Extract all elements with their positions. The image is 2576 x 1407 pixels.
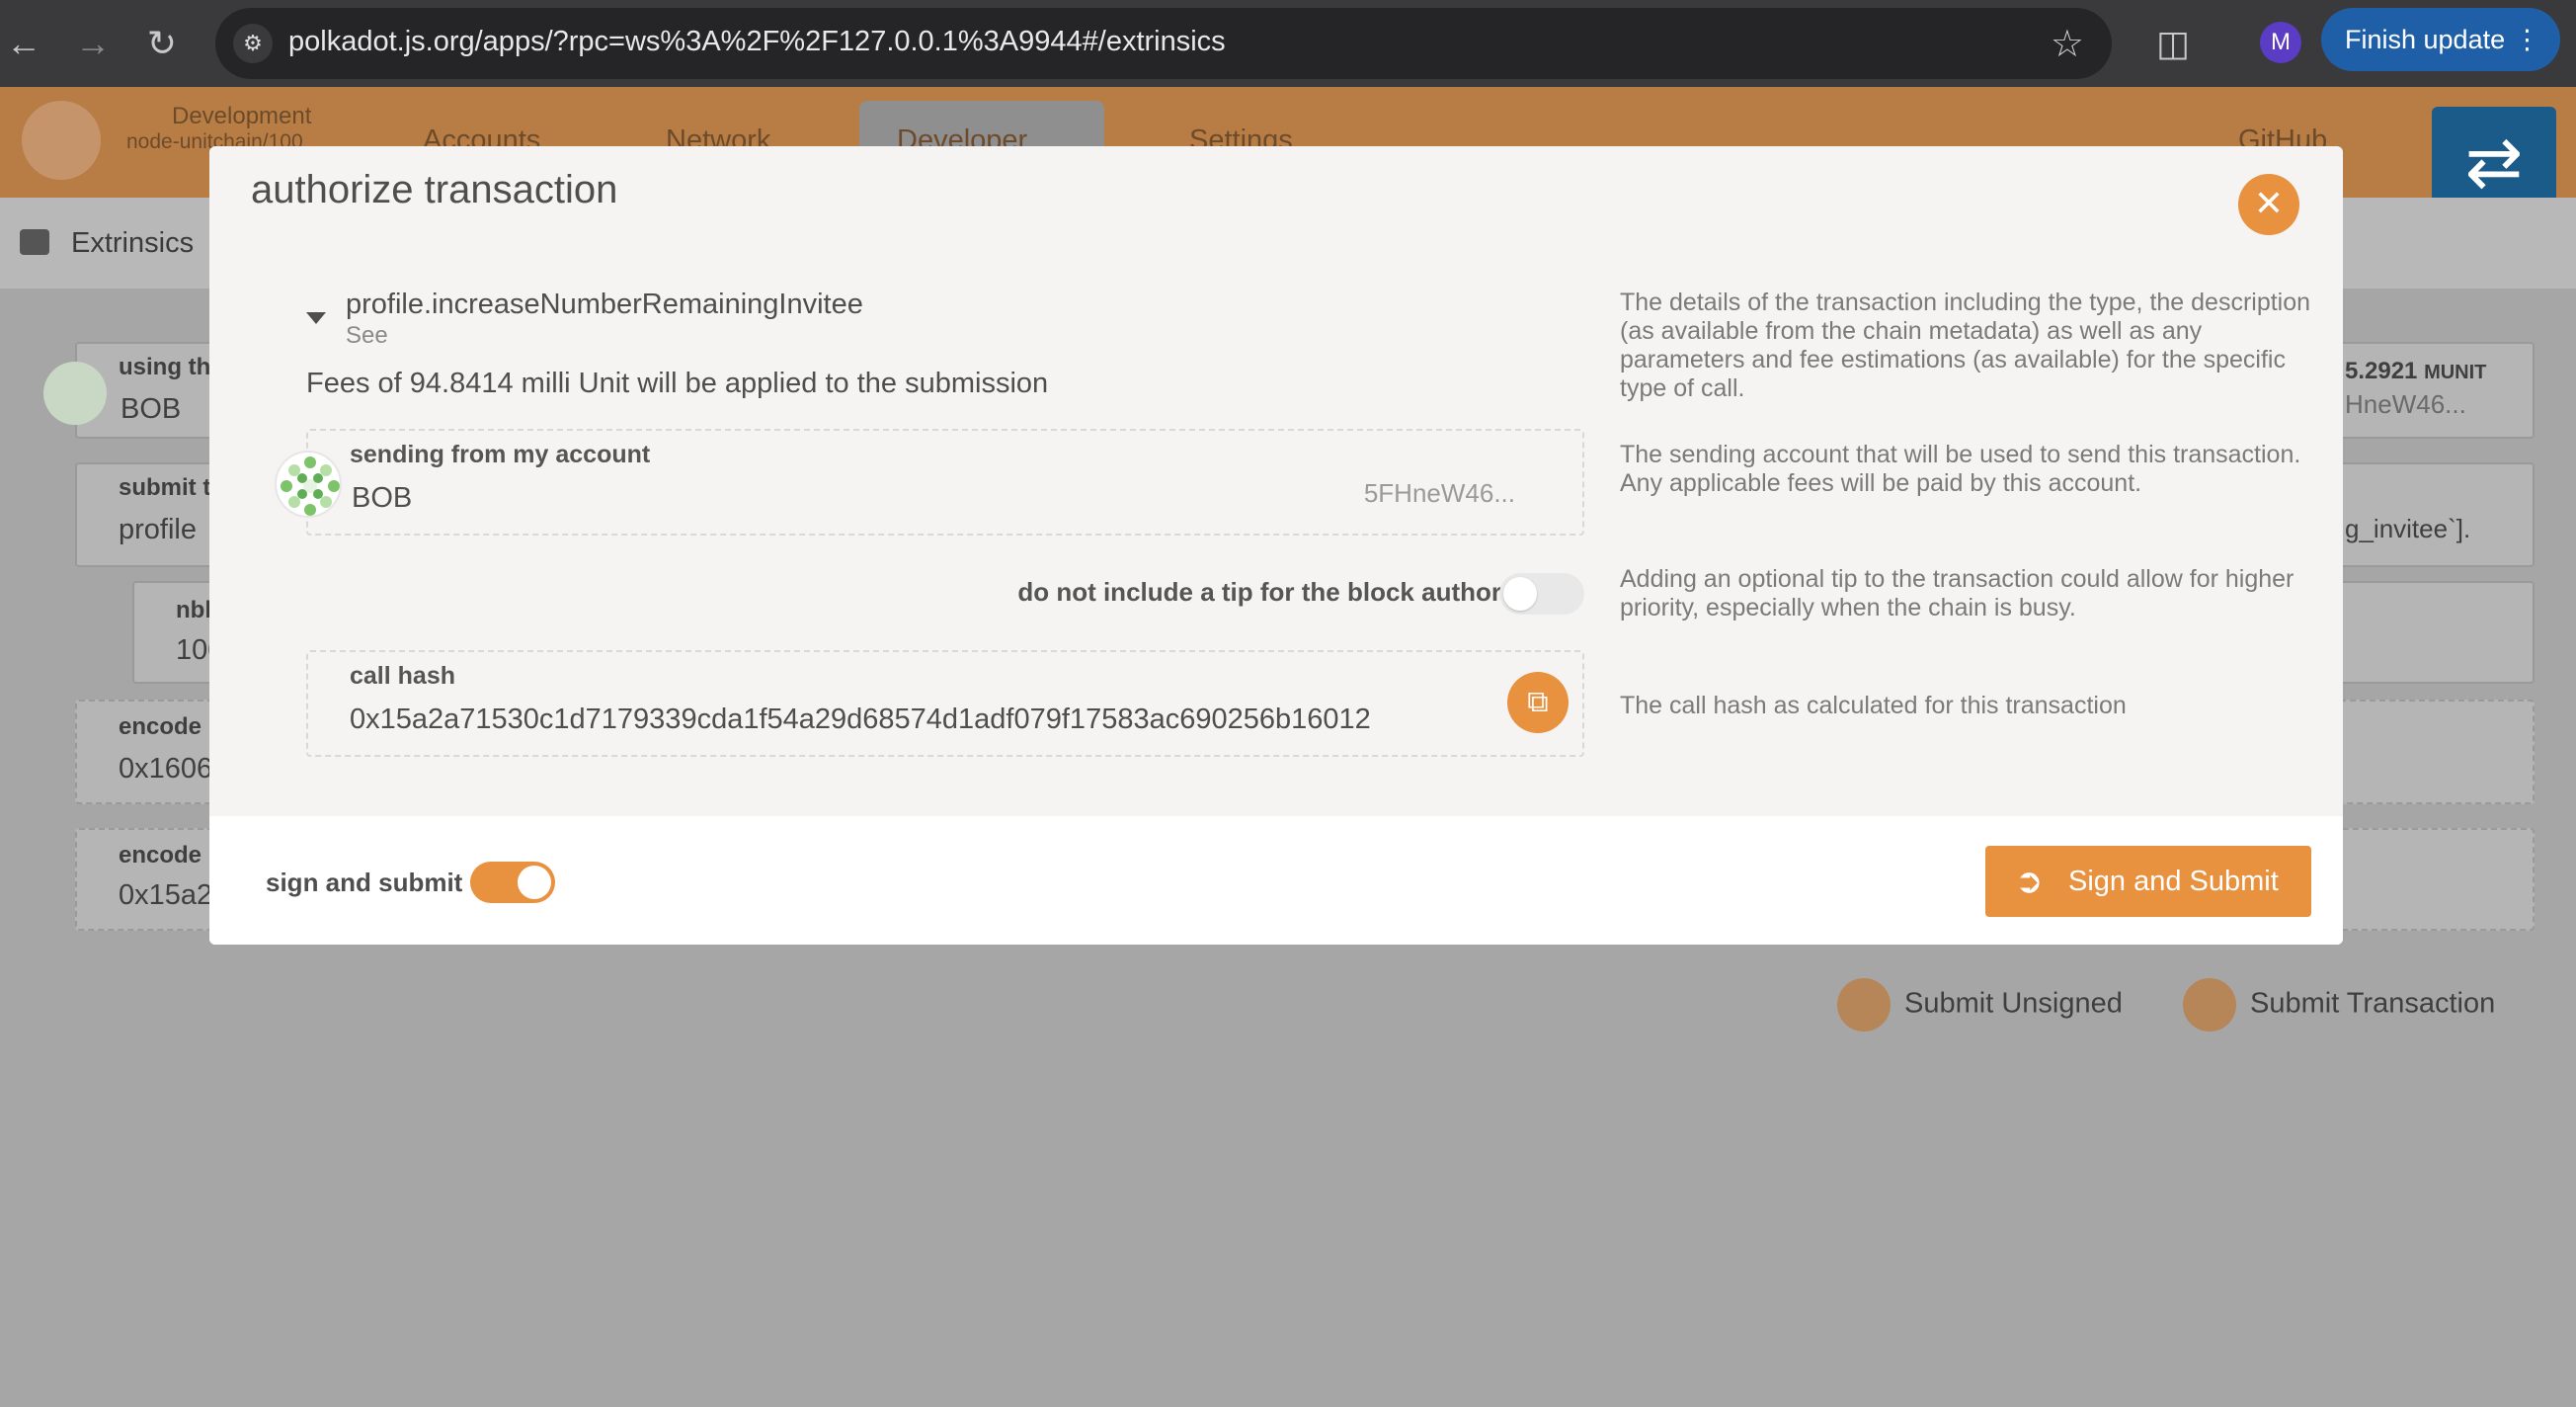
chevron-down-icon[interactable] — [306, 312, 326, 324]
help-tip: Adding an optional tip to the transactio… — [1620, 565, 2294, 621]
url-text: polkadot.js.org/apps/?rpc=ws%3A%2F%2F127… — [288, 26, 1226, 58]
balance-value: 5.2921 — [2345, 358, 2418, 384]
url-host: polkadot.js.org — [288, 26, 475, 57]
encoded-value-2: 0x15a2 — [119, 879, 213, 911]
authorize-transaction-modal: authorize transaction ✕ profile.increase… — [209, 146, 2343, 945]
forward-icon[interactable]: → — [69, 20, 117, 67]
extensions-icon[interactable]: ◫ — [2149, 20, 2197, 67]
browser-toolbar: ← → ↻ ⚙ polkadot.js.org/apps/?rpc=ws%3A%… — [0, 0, 2576, 87]
address-bar[interactable]: ⚙ polkadot.js.org/apps/?rpc=ws%3A%2F%2F1… — [215, 8, 2112, 79]
copy-icon[interactable]: ⧉ — [1507, 672, 1569, 733]
toggle-knob — [1503, 577, 1537, 611]
submit-value: profile — [119, 514, 197, 545]
sending-account-field[interactable]: sending from my account BOB 5FHneW46... — [306, 429, 1584, 536]
sign-and-submit-label: Sign and Submit — [2068, 866, 2279, 897]
account-label: sending from my account — [350, 441, 651, 468]
encoded-value-1: 0x1606 — [119, 753, 213, 785]
chain-logo[interactable] — [22, 101, 101, 180]
account-identicon — [275, 451, 342, 518]
finish-update-label: Finish update — [2345, 25, 2506, 54]
help-account: The sending account that will be used to… — [1620, 441, 2301, 497]
close-icon[interactable]: ✕ — [2238, 174, 2299, 235]
see-link[interactable]: See — [346, 322, 388, 350]
site-settings-icon[interactable]: ⚙ — [233, 24, 273, 63]
more-vert-icon: ⋮ — [2514, 25, 2540, 54]
finish-update-button[interactable]: Finish update ⋮ — [2321, 8, 2560, 71]
back-icon[interactable]: ← — [0, 20, 47, 67]
sign-in-icon: ➲ — [2015, 863, 2044, 900]
submit-transaction-button[interactable]: Submit Transaction — [2183, 978, 2495, 1032]
balance-display: 5.2921 MUNIT — [2345, 358, 2486, 385]
submit-right: g_invitee`]. — [2345, 514, 2471, 543]
sign-in-icon — [1837, 978, 1891, 1032]
sign-toggle-label: sign and submit — [266, 868, 463, 897]
sign-and-submit-button[interactable]: ➲ Sign and Submit — [1985, 846, 2311, 917]
account-name: BOB — [352, 482, 413, 514]
profile-avatar[interactable]: M — [2260, 22, 2301, 63]
method-name[interactable]: profile.increaseNumberRemainingInvitee — [346, 289, 863, 321]
tip-toggle[interactable] — [1499, 573, 1584, 615]
extrinsics-icon — [20, 229, 49, 255]
reload-icon[interactable]: ↻ — [138, 20, 186, 67]
help-hash: The call hash as calculated for this tra… — [1620, 692, 2127, 719]
balance-address: HneW46... — [2345, 389, 2466, 419]
submit-unsigned-button[interactable]: Submit Unsigned — [1837, 978, 2123, 1032]
submit-transaction-label: Submit Transaction — [2250, 987, 2496, 1020]
tip-label: do not include a tip for the block autho… — [1017, 577, 1501, 607]
toggle-knob — [518, 866, 551, 899]
modal-title: authorize transaction — [251, 168, 618, 211]
submit-label: submit t — [119, 474, 211, 501]
help-details: The details of the transaction including… — [1620, 289, 2311, 402]
fees-text: Fees of 94.8414 milli Unit will be appli… — [306, 368, 1049, 399]
balance-unit: MUNIT — [2424, 362, 2487, 383]
sign-in-icon — [2183, 978, 2236, 1032]
call-hash-field: call hash 0x15a2a71530c1d7179339cda1f54a… — [306, 650, 1584, 757]
encoded-label-2: encode — [119, 842, 202, 869]
modal-footer: sign and submit ➲ Sign and Submit — [209, 816, 2343, 945]
submit-unsigned-label: Submit Unsigned — [1904, 987, 2123, 1020]
bookmark-star-icon[interactable]: ☆ — [2051, 22, 2084, 66]
chain-label: Development — [172, 103, 312, 129]
account-address: 5FHneW46... — [1363, 478, 1515, 508]
param-label: nbl — [176, 597, 211, 623]
sign-toggle[interactable] — [470, 862, 555, 903]
subnav-extrinsics[interactable]: Extrinsics — [71, 227, 194, 260]
bob-identicon-bg — [43, 362, 107, 425]
call-hash-value: 0x15a2a71530c1d7179339cda1f54a29d68574d1… — [350, 704, 1371, 735]
encoded-label-1: encode — [119, 713, 202, 740]
call-hash-label: call hash — [350, 662, 455, 690]
using-label: using th — [119, 354, 211, 380]
using-value: BOB — [121, 393, 182, 425]
url-path: /apps/?rpc=ws%3A%2F%2F127.0.0.1%3A9944#/… — [474, 26, 1226, 57]
